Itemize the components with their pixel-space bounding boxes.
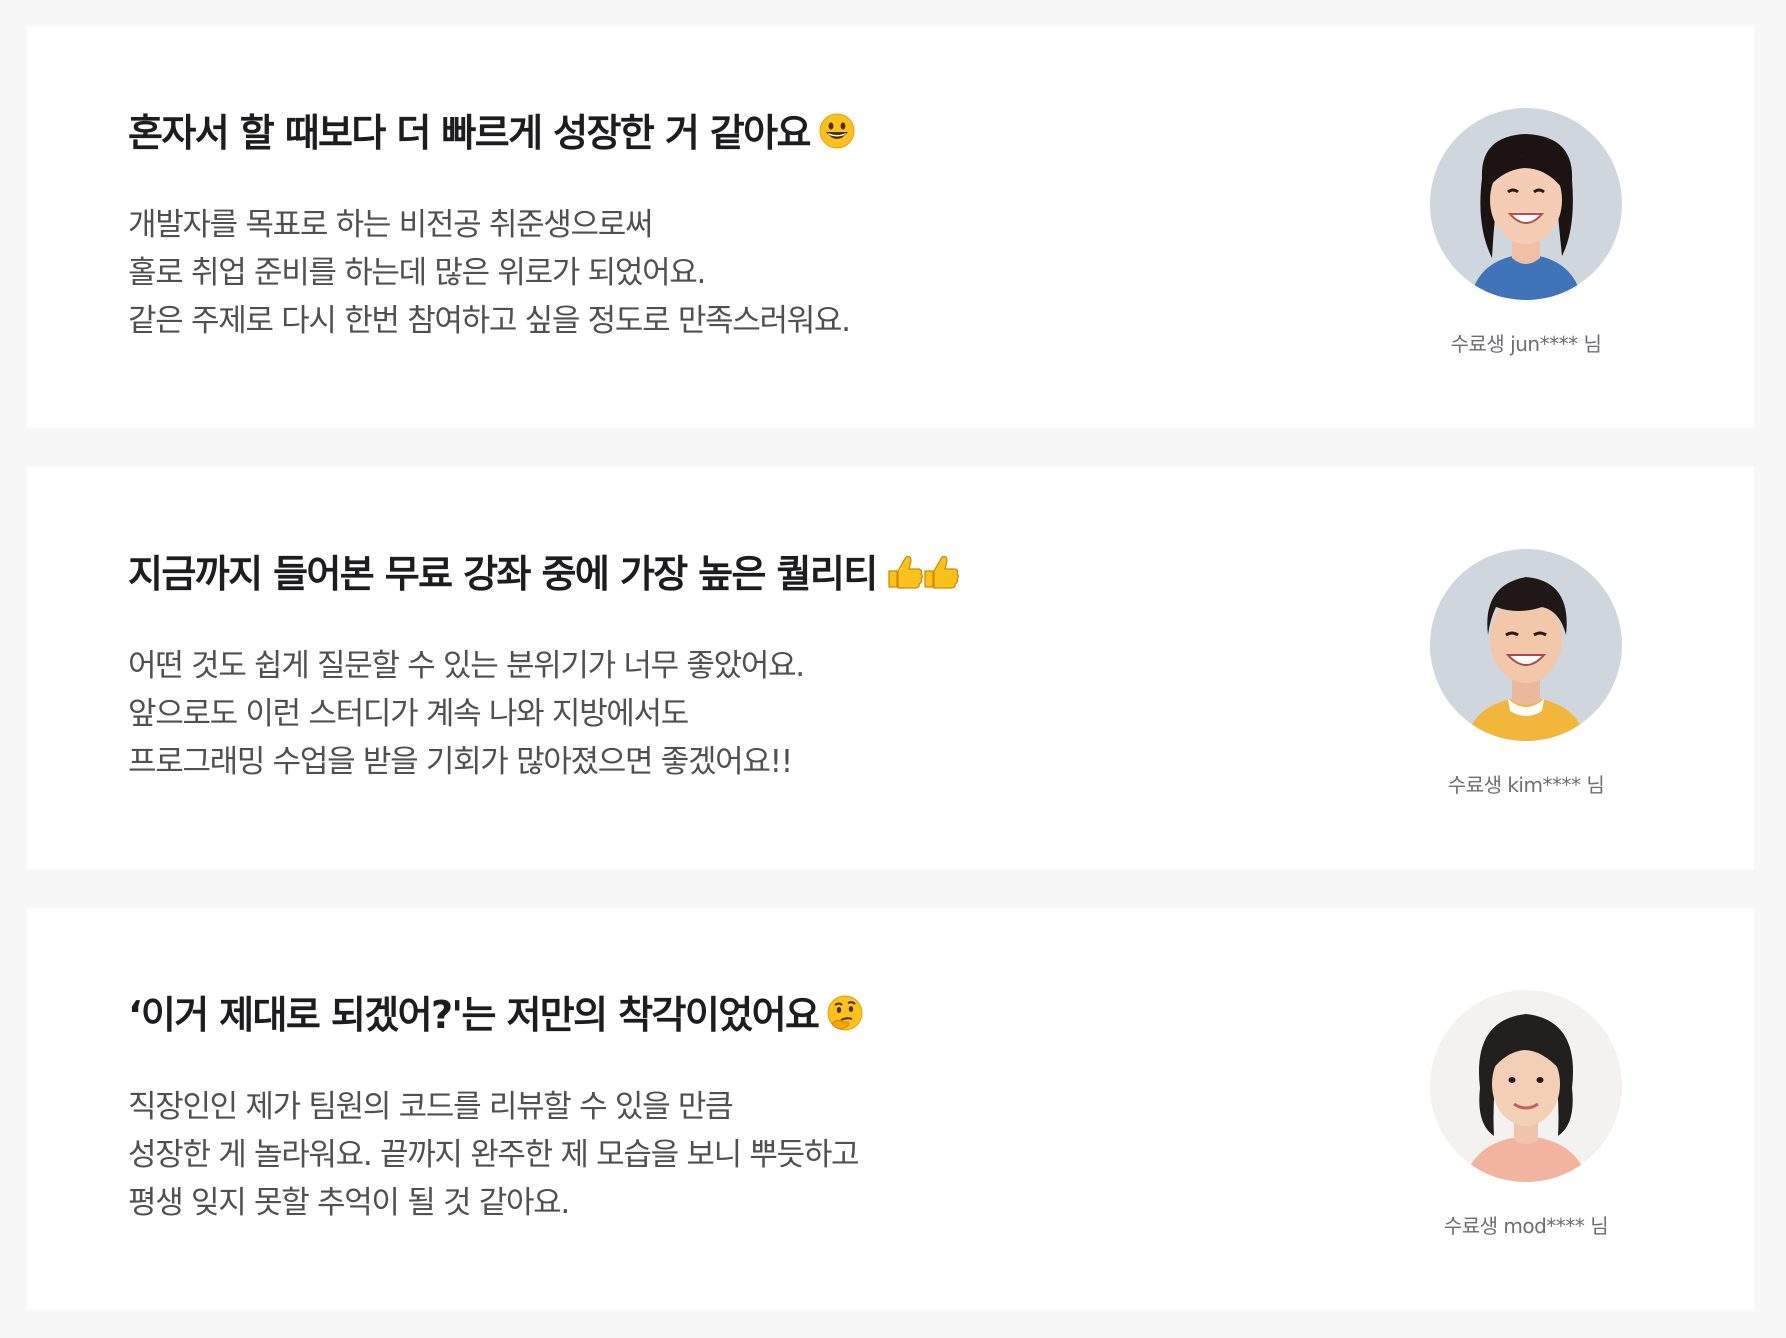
student-avatar	[1430, 549, 1622, 741]
review-card: 혼자서 할 때보다 더 빠르게 성장한 거 같아요 개발자를 목표로 하는 비전…	[27, 26, 1754, 428]
review-line: 평생 잊지 못할 추억이 될 것 같아요.	[128, 1185, 570, 1221]
review-title-text: 혼자서 할 때보다 더 빠르게 성장한 거 같아요	[128, 111, 811, 155]
review-title-text: 지금까지 들어본 무료 강좌 중에 가장 높은 퀄리티	[128, 552, 878, 596]
review-line: 성장한 게 놀라워요. 끝까지 완주한 제 모습을 보니 뿌듯하고	[128, 1137, 860, 1173]
review-title: ‘이거 제대로 되겠어?'는 저만의 착각이었어요	[128, 990, 864, 1044]
student-name: 수료생 mod**** 님	[1443, 1214, 1609, 1238]
review-line: 프로그래밍 수업을 받을 기회가 많아졌으면 좋겠어요!!	[128, 744, 793, 780]
review-card: ‘이거 제대로 되겠어?'는 저만의 착각이었어요 직장인인 제가 팀원의 코드…	[27, 908, 1754, 1310]
review-section: 혼자서 할 때보다 더 빠르게 성장한 거 같아요 개발자를 목표로 하는 비전…	[0, 0, 1786, 1338]
review-line: 같은 주제로 다시 한번 참여하고 싶을 정도로 만족스러워요.	[128, 303, 851, 339]
review-card: 지금까지 들어본 무료 강좌 중에 가장 높은 퀄리티 어떤 것도 쉽게 질문할…	[27, 467, 1754, 869]
review-line: 직장인인 제가 팀원의 코드를 리뷰할 수 있을 만큼	[128, 1089, 734, 1125]
student-name: 수료생 jun**** 님	[1450, 332, 1602, 356]
review-title-text: ‘이거 제대로 되겠어?'는 저만의 착각이었어요	[128, 993, 820, 1037]
review-line: 홀로 취업 준비를 하는데 많은 위로가 되었어요.	[128, 255, 706, 291]
review-line: 어떤 것도 쉽게 질문할 수 있는 분위기가 너무 좋았어요.	[128, 648, 805, 684]
thinking-face-icon	[826, 994, 864, 1044]
review-body: 어떤 것도 쉽게 질문할 수 있는 분위기가 너무 좋았어요. 앞으로도 이런 …	[128, 642, 805, 786]
review-line: 개발자를 목표로 하는 비전공 취준생으로써	[128, 207, 653, 243]
review-line: 앞으로도 이런 스터디가 계속 나와 지방에서도	[128, 696, 689, 732]
review-body: 개발자를 목표로 하는 비전공 취준생으로써 홀로 취업 준비를 하는데 많은 …	[128, 201, 851, 345]
review-title: 혼자서 할 때보다 더 빠르게 성장한 거 같아요	[128, 108, 856, 162]
student-name: 수료생 kim**** 님	[1447, 773, 1605, 797]
review-title: 지금까지 들어본 무료 강좌 중에 가장 높은 퀄리티	[128, 549, 961, 603]
student-avatar	[1430, 990, 1622, 1182]
thumbs-up-icon	[885, 551, 961, 603]
grinning-face-icon	[818, 112, 856, 162]
student-avatar	[1430, 108, 1622, 300]
review-body: 직장인인 제가 팀원의 코드를 리뷰할 수 있을 만큼 성장한 게 놀라워요. …	[128, 1083, 860, 1227]
